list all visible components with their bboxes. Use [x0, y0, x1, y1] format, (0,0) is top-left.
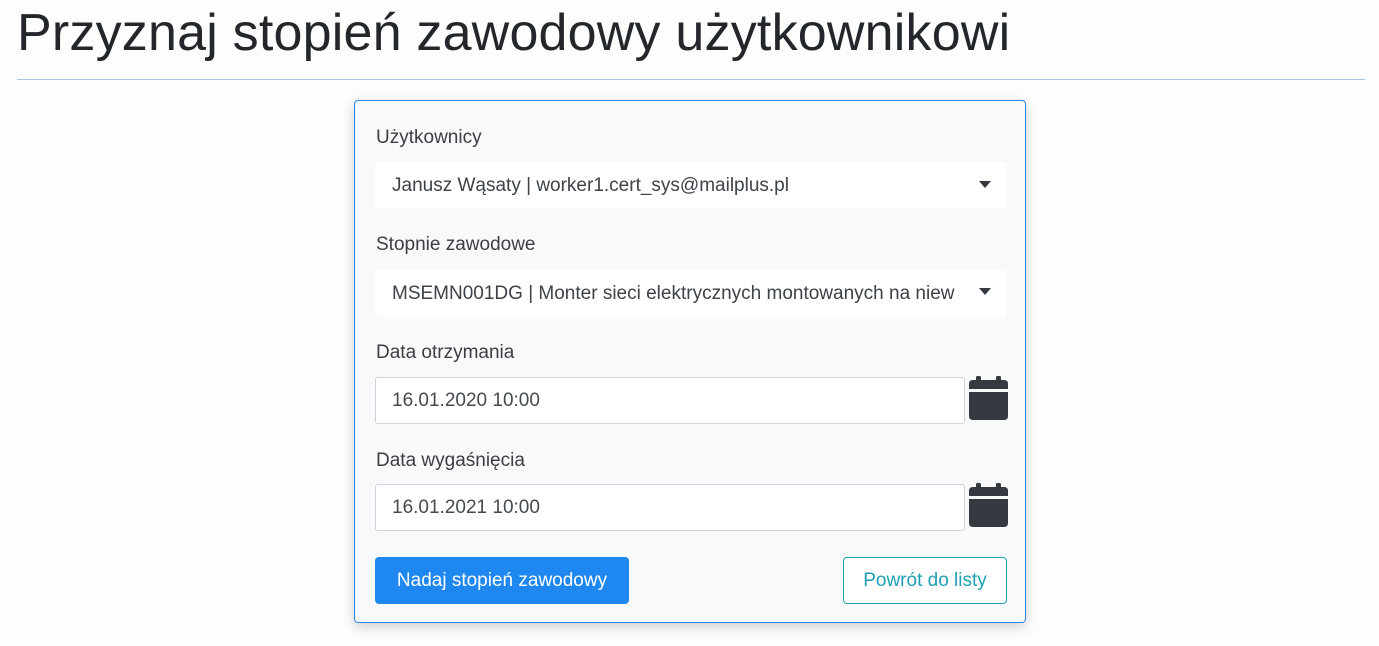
degrees-select-value: MSEMN001DG | Monter sieci elektrycznych … [392, 283, 955, 304]
received-date-label: Data otrzymania [376, 342, 515, 363]
title-divider [17, 79, 1365, 80]
users-select[interactable]: Janusz Wąsaty | worker1.cert_sys@mailplu… [375, 162, 1007, 209]
users-select-value: Janusz Wąsaty | worker1.cert_sys@mailplu… [392, 175, 789, 196]
back-to-list-button[interactable]: Powrót do listy [843, 557, 1007, 604]
received-date-input[interactable]: 16.01.2020 10:00 [375, 377, 965, 424]
degrees-label: Stopnie zawodowe [376, 234, 536, 255]
degrees-select[interactable]: MSEMN001DG | Monter sieci elektrycznych … [375, 270, 1007, 317]
grant-degree-button[interactable]: Nadaj stopień zawodowy [375, 557, 629, 604]
chevron-down-icon [979, 288, 991, 295]
expiry-date-input[interactable]: 16.01.2021 10:00 [375, 484, 965, 531]
page-title: Przyznaj stopień zawodowy użytkownikowi [17, 4, 1011, 62]
users-label: Użytkownicy [376, 127, 482, 148]
calendar-icon[interactable] [969, 483, 1008, 527]
expiry-date-label: Data wygaśnięcia [376, 450, 525, 471]
calendar-icon[interactable] [969, 376, 1008, 420]
chevron-down-icon [979, 181, 991, 188]
degree-form-card: Użytkownicy Janusz Wąsaty | worker1.cert… [354, 100, 1026, 623]
